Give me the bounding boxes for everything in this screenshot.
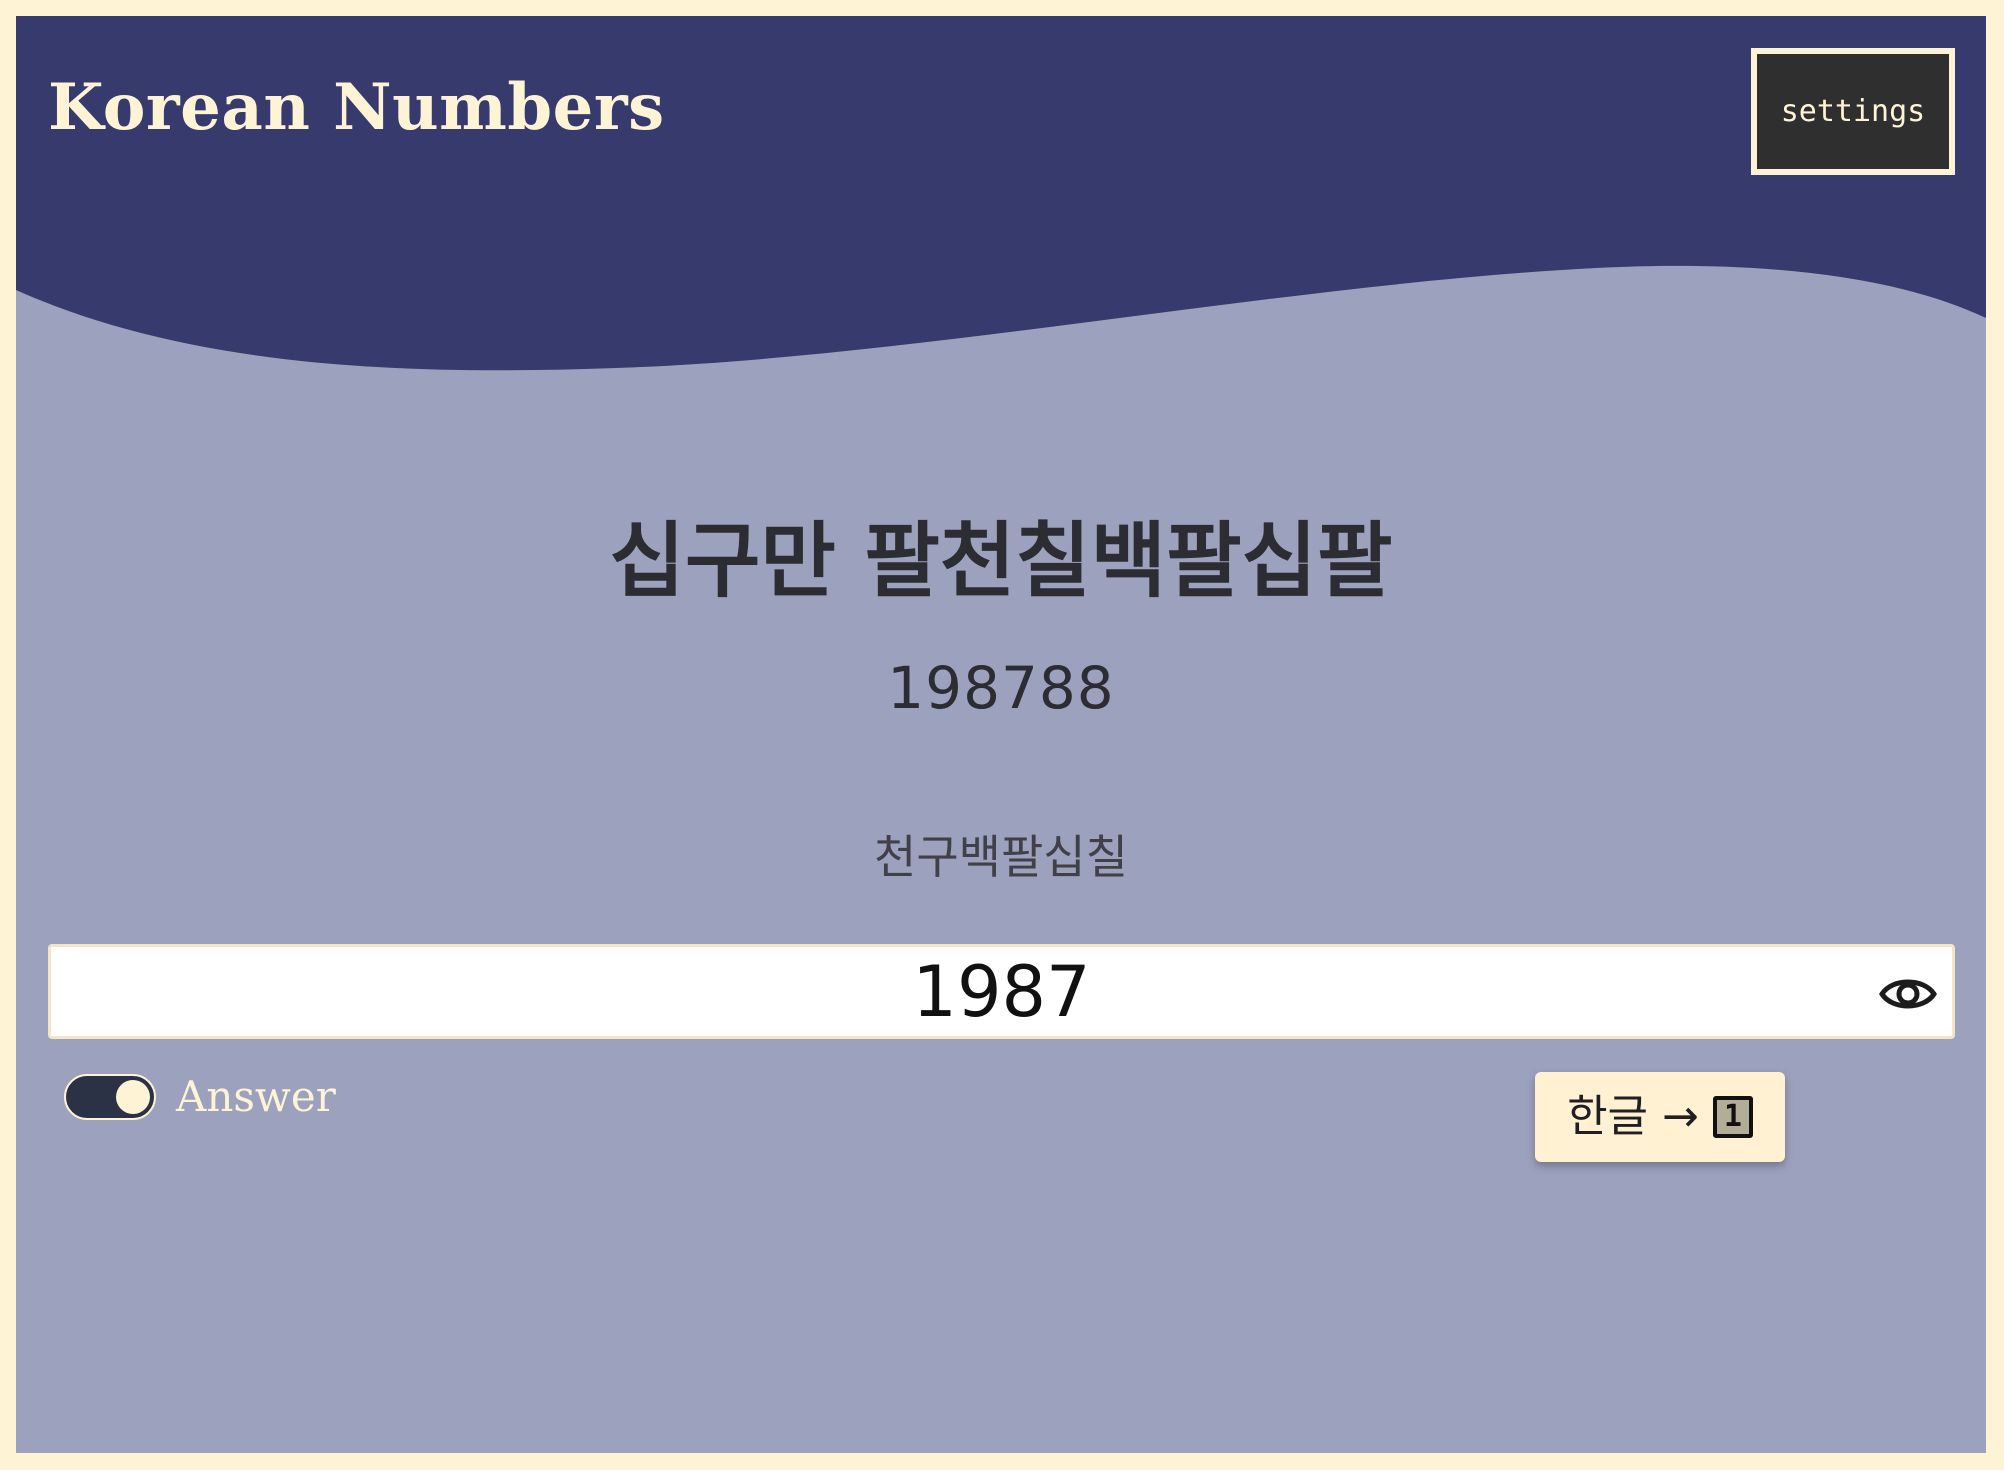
answer-field [48, 944, 1955, 1039]
eye-icon[interactable] [1878, 973, 1938, 1015]
digit-number-prompt: 198788 [887, 654, 1115, 722]
korean-number-prompt: 십구만 팔천칠백팔십팔 [609, 514, 1393, 609]
toggle-knob [116, 1080, 150, 1114]
mode-from-label: 한글 [1567, 1091, 1649, 1142]
app-frame: Korean Numbers settings 십구만 팔천칠백팔십팔 1987… [16, 16, 1986, 1453]
arrow-right-icon: → [1662, 1091, 1699, 1142]
answer-hint-text: 천구백팔십칠 [874, 830, 1128, 884]
mode-switch-button[interactable]: 한글 → 1 [1535, 1072, 1785, 1162]
answer-toggle-label[interactable]: Answer [176, 1076, 336, 1118]
app-title: Korean Numbers [48, 70, 665, 145]
settings-button[interactable]: settings [1751, 48, 1955, 175]
digit-key-icon: 1 [1712, 1096, 1753, 1138]
answer-toggle[interactable] [64, 1074, 156, 1120]
answer-input[interactable] [51, 947, 1952, 1036]
